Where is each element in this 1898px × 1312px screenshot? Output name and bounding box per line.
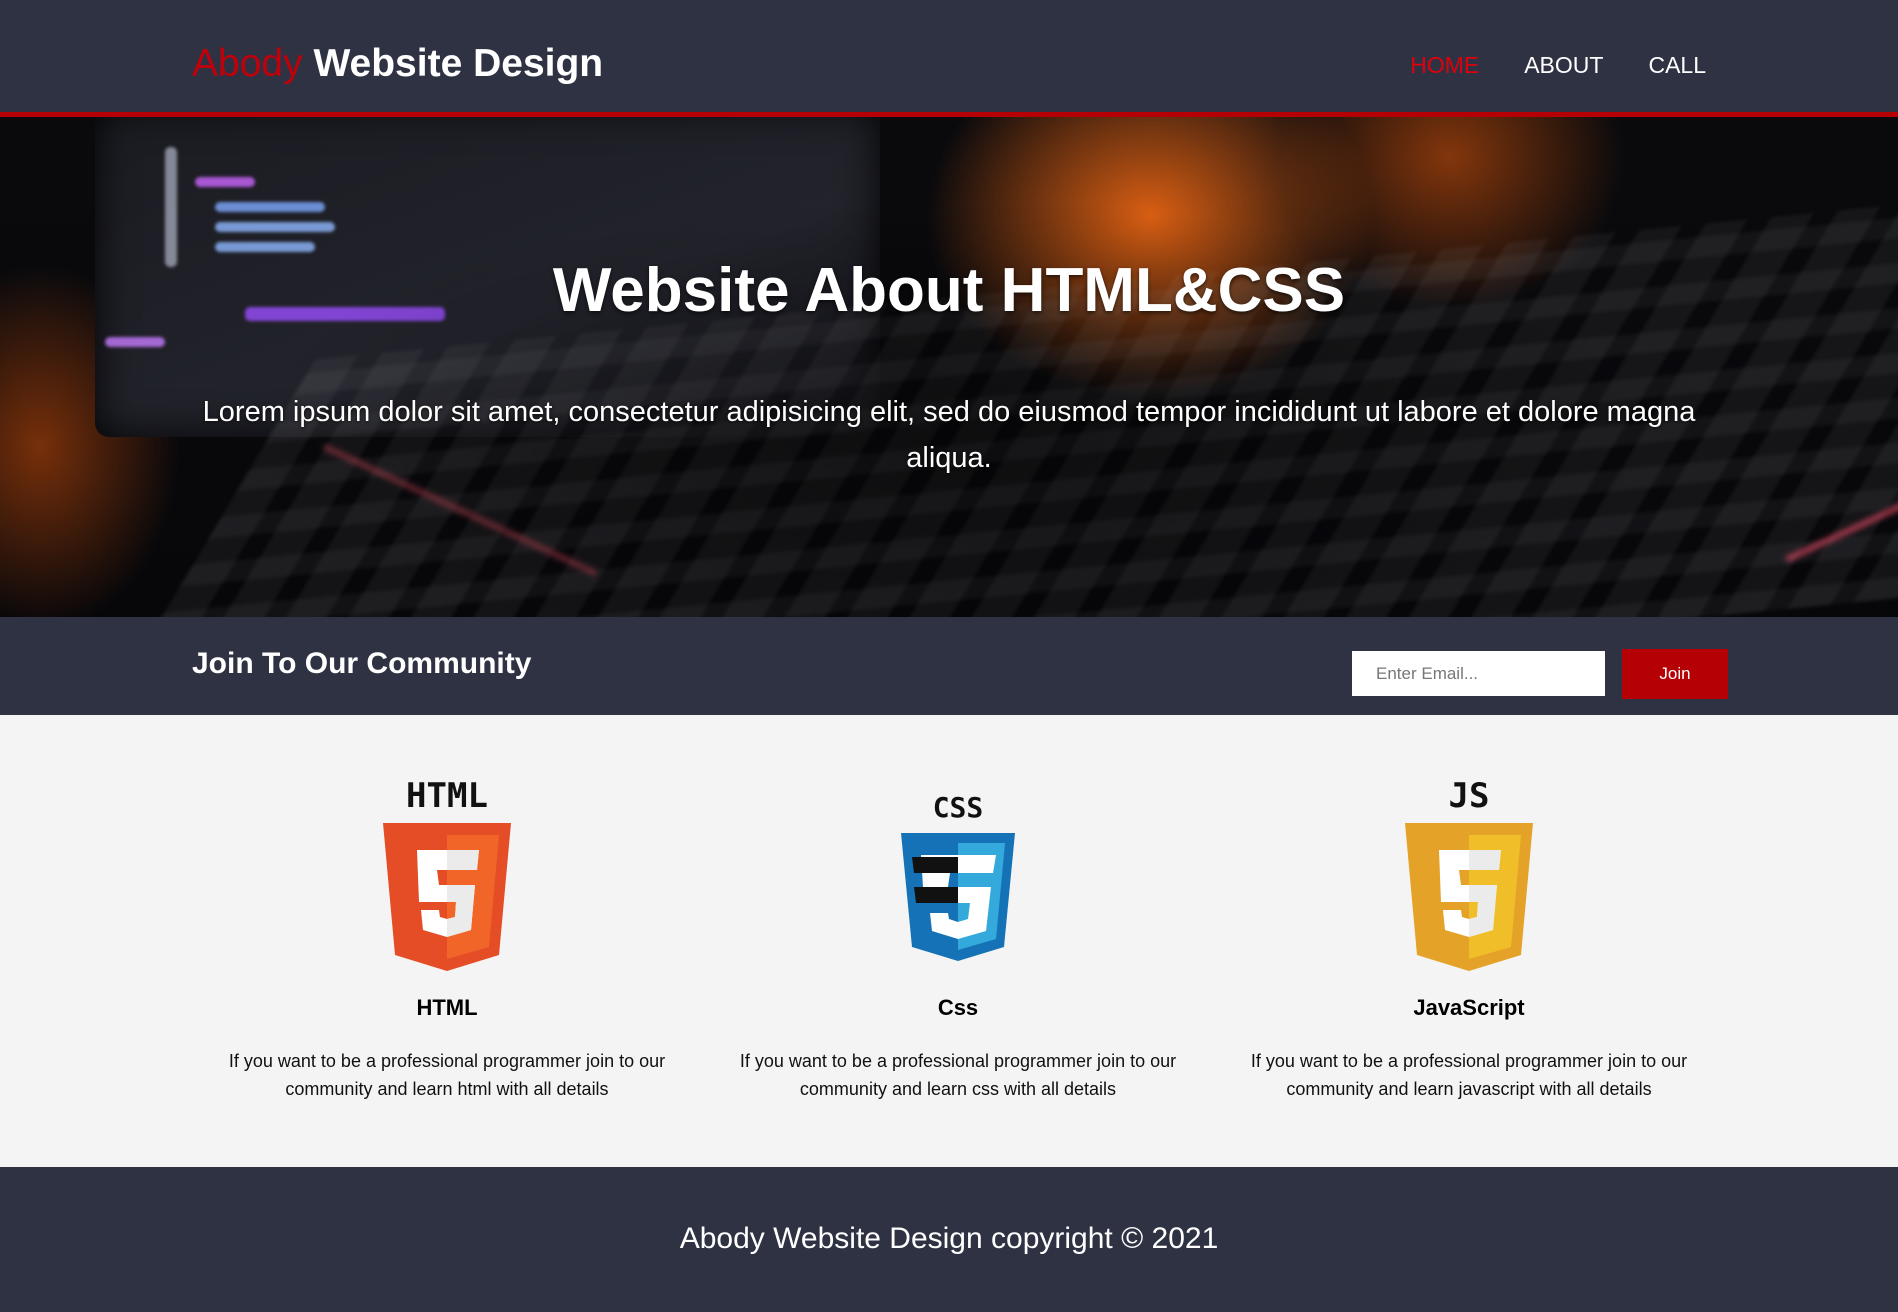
css3-logo-icon: CSS bbox=[718, 775, 1198, 980]
nav-about-link[interactable]: About bbox=[1524, 52, 1603, 79]
email-input[interactable] bbox=[1352, 651, 1605, 696]
site-footer: Abody Website Design copyright © 2021 bbox=[0, 1167, 1898, 1312]
logo-accent: Abody bbox=[192, 42, 303, 85]
feature-title: JavaScript bbox=[1413, 995, 1525, 1020]
hero-section: Website About HTML&CSS Lorem ipsum dolor… bbox=[0, 117, 1898, 617]
css-logo-text: CSS bbox=[933, 791, 984, 824]
feature-text: If you want to be a professional program… bbox=[228, 1051, 666, 1099]
footer-copyright: Abody Website Design copyright © 2021 bbox=[679, 1222, 1219, 1255]
nav-call-link[interactable]: Call bbox=[1648, 52, 1706, 79]
community-title: Join To Our Community bbox=[192, 647, 532, 680]
nav-home-link[interactable]: Home bbox=[1410, 52, 1479, 79]
hero-title: Website About HTML&CSS bbox=[552, 256, 1346, 325]
feature-text: If you want to be a professional program… bbox=[739, 1051, 1177, 1099]
feature-title: HTML bbox=[416, 995, 478, 1020]
community-bar: Join To Our Community Join bbox=[0, 617, 1898, 715]
main-nav: Home About Call bbox=[1410, 52, 1706, 79]
join-button[interactable]: Join bbox=[1622, 649, 1728, 699]
logo-main: Website Design bbox=[313, 42, 604, 85]
html5-logo-icon: HTML bbox=[207, 775, 687, 980]
html-logo-text: HTML bbox=[406, 776, 488, 816]
features-section: HTML HTML If you want to be a profession… bbox=[0, 715, 1898, 1167]
site-logo[interactable]: Abody Website Design bbox=[192, 42, 603, 86]
js-logo-text: JS bbox=[1449, 776, 1490, 816]
feature-text: If you want to be a professional program… bbox=[1250, 1051, 1688, 1099]
site-header: Abody Website Design Home About Call bbox=[0, 0, 1898, 117]
hero-description: Lorem ipsum dolor sit amet, consectetur … bbox=[202, 396, 1696, 474]
feature-title: Css bbox=[937, 995, 979, 1020]
javascript-logo-icon: JS bbox=[1229, 775, 1709, 980]
